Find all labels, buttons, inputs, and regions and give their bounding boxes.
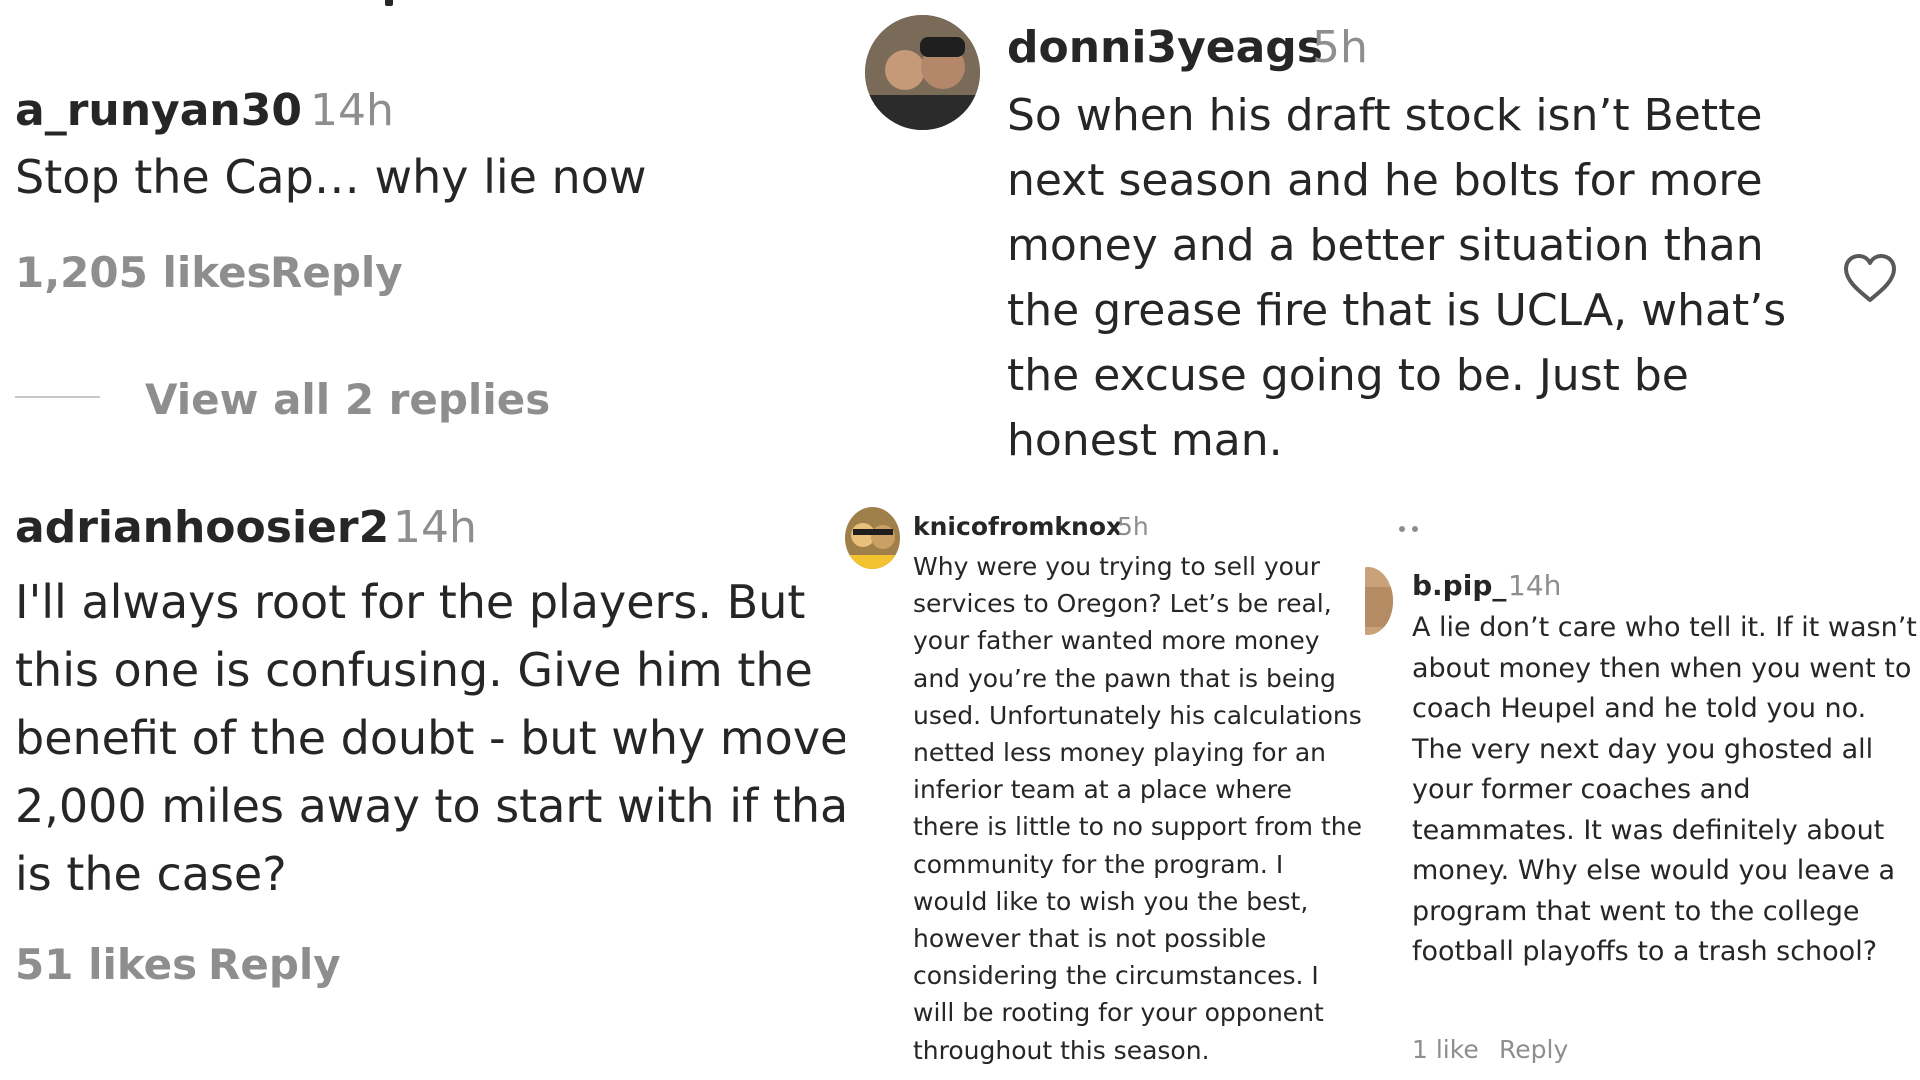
comment-text: I'll always root for the players. But th… <box>15 575 845 901</box>
comment-username[interactable]: a_runyan30 <box>15 85 302 137</box>
comment-username[interactable]: adrianhoosier2 <box>15 500 389 556</box>
comment-panel-bpip: b.pip_ 14h A lie don’t care who tell it.… <box>1365 505 1920 1080</box>
comment-text: Why were you trying to sell your service… <box>913 552 1362 1065</box>
reply-button[interactable]: Reply <box>1499 1033 1568 1067</box>
more-dots-icon[interactable] <box>1393 521 1427 535</box>
comment-timestamp[interactable]: 14h <box>393 500 477 556</box>
comment-panel-hoosier: adrianhoosier2 14h I'll always root for … <box>0 490 845 1080</box>
comment-username[interactable]: knicofromknox <box>913 510 1122 544</box>
comment-timestamp[interactable]: 5h <box>1117 510 1149 544</box>
comment-panel-knico: knicofromknox 5h Why were you trying to … <box>845 505 1365 1080</box>
comment-timestamp[interactable]: 14h <box>1508 567 1561 605</box>
comment-text: So when his draft stock isn’t Bette next… <box>1007 90 1787 466</box>
avatar-photo <box>845 507 900 569</box>
comment-username[interactable]: donni3yeags <box>1007 20 1323 76</box>
reply-button[interactable]: Reply <box>270 248 403 298</box>
reply-button[interactable]: Reply <box>208 940 341 990</box>
avatar[interactable] <box>1365 567 1393 635</box>
likes-count[interactable]: 1,205 likes <box>15 248 272 298</box>
cropped-text-fragment <box>385 0 393 6</box>
avatar[interactable] <box>845 507 900 569</box>
comment-timestamp[interactable]: 14h <box>310 85 394 137</box>
comment-panel-runyan: a_runyan30 14h Stop the Cap… why lie now… <box>0 0 860 480</box>
avatar-photo <box>865 15 980 130</box>
comment-panel-donni: donni3yeags 5h So when his draft stock i… <box>860 0 1920 480</box>
avatar-photo <box>1365 567 1393 635</box>
replies-divider <box>15 396 100 398</box>
comment-timestamp[interactable]: 5h <box>1312 20 1368 76</box>
comment-text: Stop the Cap… why lie now <box>15 150 647 204</box>
comment-text: A lie don’t care who tell it. If it wasn… <box>1412 612 1917 967</box>
heart-outline-icon[interactable] <box>1842 252 1898 304</box>
likes-count[interactable]: 1 like <box>1412 1033 1479 1067</box>
comment-username[interactable]: b.pip_ <box>1412 567 1506 605</box>
avatar[interactable] <box>865 15 980 130</box>
view-replies-button[interactable]: View all 2 replies <box>145 375 550 425</box>
likes-count[interactable]: 51 likes <box>15 940 197 990</box>
